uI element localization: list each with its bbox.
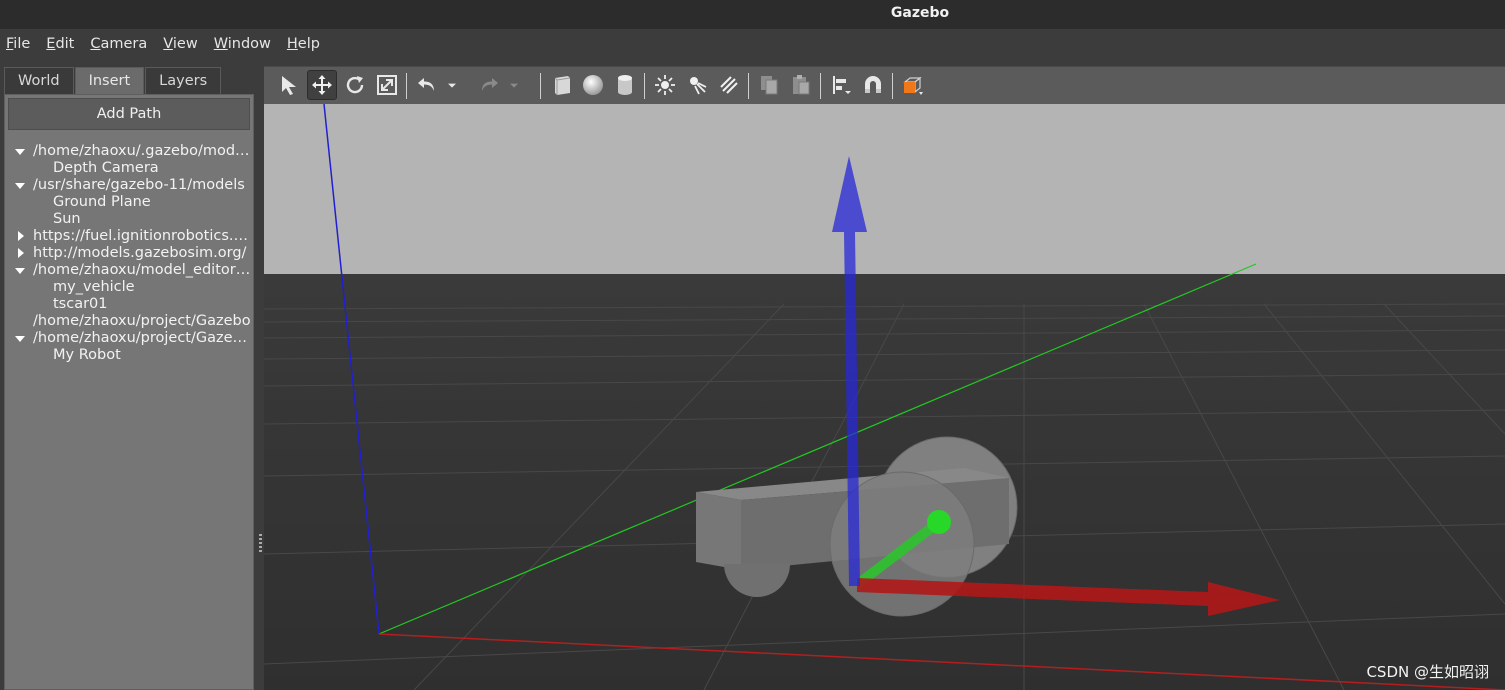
snap-icon[interactable] bbox=[858, 70, 888, 100]
undo-icon[interactable] bbox=[412, 70, 442, 100]
insert-panel: Add Path /home/zhaoxu/.gazebo/models/ De… bbox=[4, 94, 254, 690]
point-light-icon[interactable] bbox=[650, 70, 680, 100]
left-panel: World Insert Layers Add Path /home/zhaox… bbox=[0, 59, 258, 690]
tree-item-model[interactable]: tscar01 bbox=[5, 296, 253, 313]
tree-item-path[interactable]: /home/zhaoxu/model_editor_models bbox=[5, 262, 253, 279]
copy-icon[interactable] bbox=[754, 70, 784, 100]
tree-item-model[interactable]: Ground Plane bbox=[5, 194, 253, 211]
expand-down-icon[interactable] bbox=[15, 268, 25, 274]
model-tree: /home/zhaoxu/.gazebo/models/ Depth Camer… bbox=[5, 143, 253, 364]
panel-splitter[interactable] bbox=[258, 59, 263, 690]
spot-light-icon[interactable] bbox=[682, 70, 712, 100]
scene-render[interactable] bbox=[264, 104, 1505, 690]
tree-item-model[interactable]: my_vehicle bbox=[5, 279, 253, 296]
menu-window[interactable]: Window bbox=[214, 29, 271, 59]
rotate-icon[interactable] bbox=[340, 70, 370, 100]
expand-down-icon[interactable] bbox=[15, 183, 25, 189]
toolbar-separator bbox=[892, 73, 893, 99]
tree-item-path[interactable]: /usr/share/gazebo-11/models bbox=[5, 177, 253, 194]
view-angle-icon[interactable] bbox=[898, 70, 928, 100]
3d-viewport[interactable] bbox=[264, 104, 1505, 690]
gizmo-y-tip[interactable] bbox=[927, 510, 951, 534]
expand-right-icon[interactable] bbox=[18, 248, 24, 258]
toolbar-separator bbox=[406, 73, 407, 99]
tree-item-path[interactable]: http://models.gazebosim.org/ bbox=[5, 245, 253, 262]
menu-bar: File Edit Camera View Window Help bbox=[0, 29, 1505, 59]
toolbar-separator bbox=[748, 73, 749, 99]
left-panel-tabs: World Insert Layers bbox=[4, 67, 222, 95]
tab-world[interactable]: World bbox=[4, 67, 74, 95]
tree-item-path[interactable]: /home/zhaoxu/project/Gazebo bbox=[5, 313, 253, 330]
menu-file[interactable]: File bbox=[6, 29, 30, 59]
directional-light-icon[interactable] bbox=[714, 70, 744, 100]
toolbar-separator bbox=[540, 73, 541, 99]
tab-insert[interactable]: Insert bbox=[74, 67, 145, 95]
undo-dropdown-icon[interactable] bbox=[444, 70, 460, 100]
redo-icon[interactable] bbox=[474, 70, 504, 100]
window-title-bar: Gazebo bbox=[0, 0, 1505, 29]
menu-view[interactable]: View bbox=[163, 29, 197, 59]
tree-item-model[interactable]: Depth Camera bbox=[5, 160, 253, 177]
add-path-button[interactable]: Add Path bbox=[8, 98, 250, 130]
expand-right-icon[interactable] bbox=[18, 231, 24, 241]
chassis-front bbox=[696, 492, 741, 570]
cylinder-icon[interactable] bbox=[610, 70, 640, 100]
menu-camera[interactable]: Camera bbox=[90, 29, 147, 59]
sky bbox=[264, 104, 1505, 274]
scale-icon[interactable] bbox=[372, 70, 402, 100]
sphere-icon[interactable] bbox=[578, 70, 608, 100]
menu-help[interactable]: Help bbox=[287, 29, 320, 59]
align-icon[interactable] bbox=[826, 70, 856, 100]
toolbar bbox=[264, 66, 1505, 104]
watermark: CSDN @生如昭诩 bbox=[1366, 663, 1489, 681]
redo-dropdown-icon[interactable] bbox=[506, 70, 522, 100]
window-title: Gazebo bbox=[890, 5, 950, 21]
menu-edit[interactable]: Edit bbox=[46, 29, 74, 59]
arrow-select-icon[interactable] bbox=[274, 70, 304, 100]
tree-item-path[interactable]: /home/zhaoxu/project/Gazebo/ bbox=[5, 330, 253, 347]
tree-item-path[interactable]: https://fuel.ignitionrobotics.org bbox=[5, 228, 253, 245]
expand-down-icon[interactable] bbox=[15, 336, 25, 342]
paste-icon[interactable] bbox=[786, 70, 816, 100]
toolbar-separator bbox=[820, 73, 821, 99]
tree-item-path[interactable]: /home/zhaoxu/.gazebo/models/ bbox=[5, 143, 253, 160]
toolbar-separator bbox=[644, 73, 645, 99]
translate-icon[interactable] bbox=[307, 70, 337, 100]
tab-layers[interactable]: Layers bbox=[145, 67, 222, 95]
splitter-grip-icon[interactable] bbox=[259, 534, 262, 554]
expand-down-icon[interactable] bbox=[15, 149, 25, 155]
tree-item-model[interactable]: My Robot bbox=[5, 347, 253, 364]
box-icon[interactable] bbox=[546, 70, 576, 100]
tree-item-model[interactable]: Sun bbox=[5, 211, 253, 228]
